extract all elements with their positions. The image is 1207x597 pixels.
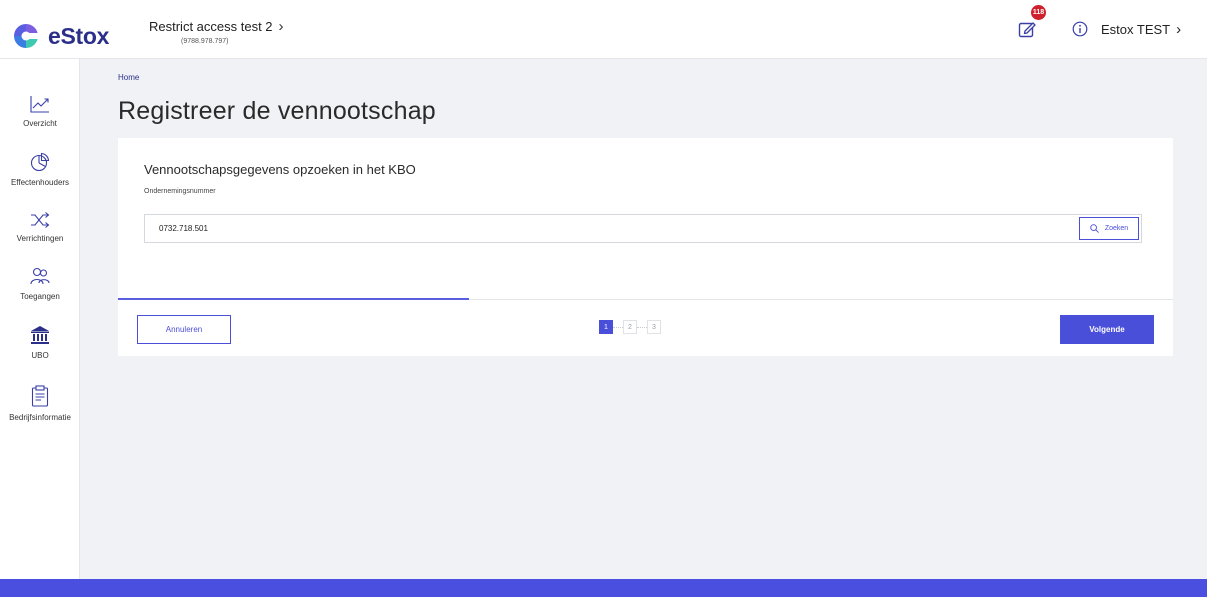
bank-icon [31,326,49,344]
logo-text: eStox [48,22,110,49]
sidebar-item-ubo[interactable]: UBO [0,325,80,360]
sidebar-item-toegangen[interactable]: Toegangen [0,266,80,301]
sidebar: Overzicht Effectenhouders Verrichtingen … [0,59,80,579]
shuffle-icon [31,212,50,228]
footer-bar [0,579,1207,597]
company-switcher[interactable]: Restrict access test 2 › (9788.978.797) [149,18,284,45]
step-1[interactable]: 1 [599,320,613,334]
search-icon [1090,224,1099,233]
edit-icon[interactable] [1018,20,1036,38]
sidebar-item-verrichtingen[interactable]: Verrichtingen [0,212,80,243]
next-button[interactable]: Volgende [1060,315,1154,344]
chart-line-icon [30,96,49,113]
estox-logo-icon [14,24,39,48]
clipboard-icon [31,385,49,407]
step-separator [637,326,647,328]
sidebar-item-effectenhouders[interactable]: Effectenhouders [0,152,80,187]
sidebar-item-label: Toegangen [20,292,60,301]
search-button-label: Zoeken [1104,225,1129,232]
user-menu[interactable]: Estox TEST › [1101,21,1181,38]
company-id: (9788.978.797) [181,38,229,45]
sidebar-item-label: Overzicht [23,119,57,128]
step-2[interactable]: 2 [623,320,637,334]
cancel-button[interactable]: Annuleren [137,315,231,344]
company-number-input[interactable]: 0732.718.501 [159,215,208,242]
chevron-right-icon: › [1176,21,1182,38]
wizard-steps: 1 2 3 [599,320,661,334]
pie-chart-icon [30,152,50,172]
registration-card: Vennootschapsgegevens opzoeken in het KB… [118,138,1173,356]
page-title: Registreer de vennootschap [118,97,436,125]
search-button[interactable]: Zoeken [1079,217,1139,240]
section-title: Vennootschapsgegevens opzoeken in het KB… [144,162,416,177]
company-number-field: 0732.718.501 Zoeken [144,214,1142,243]
sidebar-item-overzicht[interactable]: Overzicht [0,95,80,128]
notification-badge: 118 [1031,5,1046,20]
sidebar-item-label: Effectenhouders [10,178,70,187]
wizard-progress-fill [118,298,470,300]
company-name: Restrict access test 2 [149,19,273,34]
sidebar-item-label: Bedrijfsinformatie [9,413,71,422]
sidebar-item-label: Verrichtingen [16,234,64,243]
sidebar-item-bedrijfsinformatie[interactable]: Bedrijfsinformatie [0,385,80,422]
user-name: Estox TEST [1101,22,1171,37]
users-icon [30,267,50,285]
step-3[interactable]: 3 [647,320,661,334]
breadcrumb-home[interactable]: Home [118,73,139,82]
field-label: Ondernemingsnummer [144,188,216,195]
info-icon[interactable] [1072,21,1088,37]
top-header: eStox Restrict access test 2 › (9788.978… [0,0,1207,59]
sidebar-item-label: UBO [31,351,49,360]
chevron-right-icon: › [278,18,284,35]
step-separator [613,326,623,328]
app-logo[interactable]: eStox [12,22,109,50]
